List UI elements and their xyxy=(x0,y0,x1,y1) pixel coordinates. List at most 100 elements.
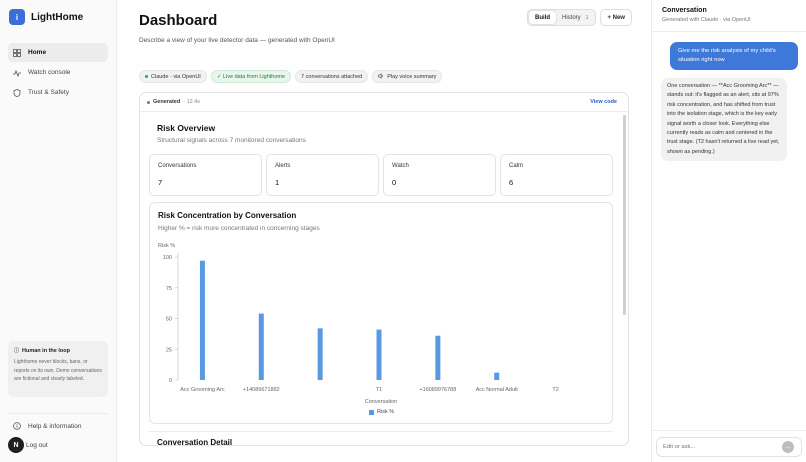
view-code-link[interactable]: View code xyxy=(590,99,617,105)
main-content: Dashboard Describe a view of your live d… xyxy=(118,0,645,462)
stat-label: Watch xyxy=(392,163,409,169)
panel-header: Conversation Generated with Claude · via… xyxy=(662,7,751,23)
sidebar-item-home[interactable]: Home xyxy=(8,43,108,62)
risk-overview-title: Risk Overview xyxy=(157,123,216,133)
y-axis-label: Risk % xyxy=(158,243,175,249)
stat-card-conversations: Conversations 7 xyxy=(149,154,262,196)
stat-label: Conversations xyxy=(158,163,197,169)
send-button[interactable]: → xyxy=(782,441,794,453)
generated-time: · 12.4s xyxy=(183,99,201,105)
stat-value: 1 xyxy=(275,178,280,187)
y-tick-label: 0 xyxy=(169,378,172,384)
sidebar-item-label: Watch console xyxy=(28,69,71,76)
status-dot-icon xyxy=(147,100,150,104)
y-tick-label: 50 xyxy=(166,317,172,323)
sidebar: i LightHome Home Watch console Trust & S… xyxy=(0,0,117,462)
sidebar-item-label: Log out xyxy=(26,441,48,449)
stat-value: 7 xyxy=(158,178,163,187)
divider xyxy=(149,431,613,432)
conversation-panel: Conversation Generated with Claude · via… xyxy=(651,0,806,462)
model-dot-icon xyxy=(145,75,148,78)
pulse-icon xyxy=(13,69,21,77)
y-tick-label: 75 xyxy=(166,286,172,292)
brand-name: LightHome xyxy=(31,11,84,23)
speaker-icon xyxy=(378,72,384,81)
build-button[interactable]: Build xyxy=(529,11,556,24)
help-circle-icon xyxy=(13,422,21,430)
stat-card-alerts: Alerts 1 xyxy=(266,154,379,196)
shield-icon xyxy=(13,88,21,97)
chart-legend: Risk % xyxy=(369,409,394,415)
chart-bar xyxy=(435,335,441,380)
brand[interactable]: i LightHome xyxy=(9,9,83,25)
stat-value: 6 xyxy=(509,178,514,187)
risk-overview-subtitle: Structural signals across 7 monitored co… xyxy=(157,137,306,144)
chart-bar xyxy=(317,328,323,380)
top-controls: Build History 1 + New xyxy=(527,9,632,26)
context-chips: Claude · via OpenUI ✓ Live data from Lig… xyxy=(139,70,443,83)
history-count-badge: 1 xyxy=(585,14,589,21)
chat-input-area: → xyxy=(652,430,806,462)
user-message: Give me the risk analysis of my child's … xyxy=(670,42,798,70)
generated-scrollbar[interactable] xyxy=(623,115,626,315)
chart-bar xyxy=(494,372,500,380)
stat-card-watch: Watch 0 xyxy=(383,154,496,196)
history-label: History xyxy=(562,14,581,21)
panel-subtitle: Generated with Claude · via OpenUI xyxy=(662,17,751,23)
stat-label: Calm xyxy=(509,163,524,169)
sidebar-item-help[interactable]: Help & information xyxy=(8,417,108,435)
risk-bar-chart: Risk % 0 25 50 75 100 Acc Grooming Arc +1408967… xyxy=(158,243,559,405)
lighthome-logo-icon: i xyxy=(9,9,25,25)
x-tick-label: Acc Normal Adult xyxy=(476,387,519,393)
attached-chip[interactable]: 7 conversations attached xyxy=(295,70,369,83)
divider xyxy=(652,31,806,32)
history-button[interactable]: History 1 xyxy=(556,11,594,24)
page-title: Dashboard xyxy=(139,12,218,29)
voice-summary-label: Play voice summary xyxy=(387,73,437,80)
conversation-detail-title: Conversation Detail xyxy=(157,438,233,446)
x-tick-label: +14089671882 xyxy=(243,387,280,393)
human-in-the-loop-card: ⓘ Human in the loop Lighthome never bloc… xyxy=(8,341,108,397)
legend-swatch xyxy=(369,409,374,415)
y-tick-label: 25 xyxy=(166,347,172,353)
panel-title: Conversation xyxy=(662,7,707,14)
x-tick-label: Acc Grooming Arc xyxy=(180,387,225,393)
loop-card-title-text: Human in the loop xyxy=(22,347,70,354)
grid-icon xyxy=(13,48,21,57)
voice-summary-button[interactable]: Play voice summary xyxy=(372,70,443,83)
x-axis-label: Conversation xyxy=(365,399,397,405)
stat-card-calm: Calm 6 xyxy=(500,154,613,196)
model-chip-label: Claude · via OpenUI xyxy=(151,73,201,80)
x-tick-label: +16089976788 xyxy=(419,387,456,393)
mode-toggle: Build History 1 xyxy=(527,9,597,26)
generated-header: Generated · 12.4s View code xyxy=(140,93,628,112)
generated-card: Generated · 12.4s View code Risk Overvie… xyxy=(139,92,629,446)
chart-bar xyxy=(376,329,382,380)
chart-bar xyxy=(199,260,205,380)
sidebar-item-label: Help & information xyxy=(28,422,82,430)
y-tick-label: 100 xyxy=(163,255,172,261)
avatar[interactable]: N xyxy=(8,437,24,453)
live-data-chip[interactable]: ✓ Live data from Lighthome xyxy=(210,70,292,83)
chat-input[interactable] xyxy=(656,437,802,457)
sidebar-nav: Home Watch console Trust & Safety xyxy=(8,43,108,103)
stat-label: Alerts xyxy=(275,163,291,169)
risk-chart-card: Risk Concentration by Conversation Highe… xyxy=(149,202,613,424)
x-tick-label: T2 xyxy=(552,387,558,393)
generated-label-text: Generated xyxy=(153,99,181,105)
sidebar-item-trust-safety[interactable]: Trust & Safety xyxy=(8,83,108,102)
model-chip[interactable]: Claude · via OpenUI xyxy=(139,70,207,83)
legend-label: Risk % xyxy=(377,409,395,415)
sidebar-item-watch-console[interactable]: Watch console xyxy=(8,63,108,82)
info-icon: ⓘ xyxy=(14,348,20,354)
stat-cards: Conversations 7 Alerts 1 Watch 0 Calm 6 xyxy=(149,154,613,196)
generated-label: Generated xyxy=(147,99,180,105)
arrow-right-icon: → xyxy=(784,443,792,451)
new-button[interactable]: + New xyxy=(600,9,632,26)
stat-value: 0 xyxy=(392,178,397,187)
sidebar-item-label: Home xyxy=(28,49,47,56)
loop-card-title: ⓘ Human in the loop xyxy=(14,347,102,355)
page-subtitle: Describe a view of your live detector da… xyxy=(139,37,335,44)
x-tick-label: T1 xyxy=(376,387,382,393)
chart-bar xyxy=(258,313,264,380)
